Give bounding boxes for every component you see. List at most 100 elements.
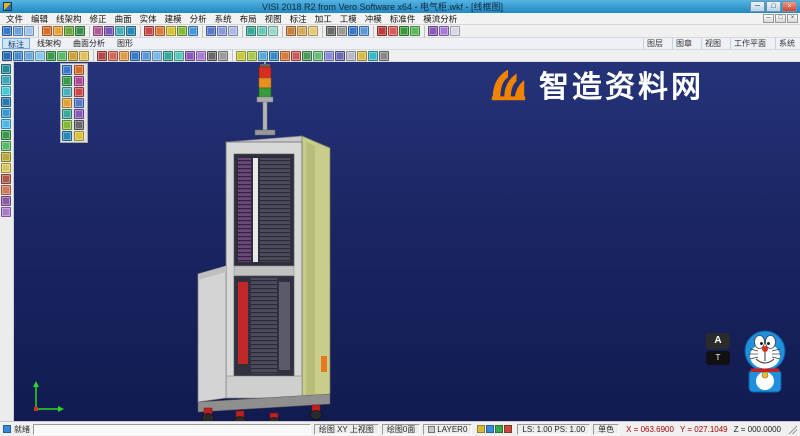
toolbar-icon[interactable] xyxy=(368,51,378,61)
toolbar-icon[interactable] xyxy=(74,109,84,119)
toolbar-icon[interactable] xyxy=(257,26,267,36)
toolbar-icon[interactable] xyxy=(357,51,367,61)
toolbar-icon[interactable] xyxy=(1,185,11,195)
toolbar-icon[interactable] xyxy=(115,26,125,36)
status-layer-selector[interactable]: LAYER0 xyxy=(423,424,472,435)
toolbar-icon[interactable] xyxy=(236,51,246,61)
menu-item[interactable]: 分析 xyxy=(186,13,211,25)
toolbar-icon[interactable] xyxy=(439,26,449,36)
widget-a-button[interactable]: A xyxy=(706,333,730,349)
toolbar-icon[interactable] xyxy=(104,26,114,36)
ribbon-group-label[interactable]: 视图 xyxy=(701,38,724,49)
toolbar-icon[interactable] xyxy=(185,51,195,61)
toolbar-icon[interactable] xyxy=(1,86,11,96)
toolbar-icon[interactable] xyxy=(74,120,84,130)
toolbar-icon[interactable] xyxy=(74,87,84,97)
toolbar-icon[interactable] xyxy=(64,26,74,36)
toolbar-icon[interactable] xyxy=(258,51,268,61)
toolbar-icon[interactable] xyxy=(2,26,12,36)
maximize-button[interactable]: □ xyxy=(766,1,781,12)
menu-item[interactable]: 模流分析 xyxy=(419,13,461,25)
menu-item[interactable]: 文件 xyxy=(2,13,27,25)
menu-item[interactable]: 建模 xyxy=(161,13,186,25)
toolbar-icon[interactable] xyxy=(280,51,290,61)
toolbar-icon[interactable] xyxy=(174,51,184,61)
toolbar-icon[interactable] xyxy=(286,26,296,36)
toolbar-icon[interactable] xyxy=(119,51,129,61)
status-scale-label[interactable]: LS: 1.00 PS: 1.00 xyxy=(517,424,590,435)
toolbar-icon[interactable] xyxy=(144,26,154,36)
toolbar-icon[interactable] xyxy=(450,26,460,36)
toolbar-icon[interactable] xyxy=(1,152,11,162)
toolbar-icon[interactable] xyxy=(504,425,512,433)
toolbar-icon[interactable] xyxy=(337,26,347,36)
status-plane-label[interactable]: 绘图0面 xyxy=(382,424,420,435)
toolbar-icon[interactable] xyxy=(93,26,103,36)
toolbar-icon[interactable] xyxy=(335,51,345,61)
titlebar[interactable]: VISI 2018 R2 from Vero Software x64 - 电气… xyxy=(0,0,800,13)
toolbar-icon[interactable] xyxy=(2,51,12,61)
toolbar-icon[interactable] xyxy=(62,98,72,108)
toolbar-icon[interactable] xyxy=(74,76,84,86)
child-restore-button[interactable]: □ xyxy=(775,14,786,23)
ribbon-tab[interactable]: 标注 xyxy=(2,38,30,49)
menu-item[interactable]: 布局 xyxy=(236,13,261,25)
toolbar-icon[interactable] xyxy=(207,51,217,61)
menu-item[interactable]: 修正 xyxy=(86,13,111,25)
status-view-label[interactable]: 绘图 XY 上视图 xyxy=(314,424,379,435)
toolbar-icon[interactable] xyxy=(495,425,503,433)
menu-item[interactable]: 视图 xyxy=(261,13,286,25)
toolbar-icon[interactable] xyxy=(326,26,336,36)
menu-item[interactable]: 加工 xyxy=(311,13,336,25)
toolbar-icon[interactable] xyxy=(1,97,11,107)
toolbar-icon[interactable] xyxy=(1,163,11,173)
minimize-button[interactable]: ─ xyxy=(750,1,765,12)
toolbar-icon[interactable] xyxy=(130,51,140,61)
toolbar-icon[interactable] xyxy=(297,26,307,36)
command-input[interactable] xyxy=(33,424,311,435)
toolbar-icon[interactable] xyxy=(24,51,34,61)
toolbar-icon[interactable] xyxy=(410,26,420,36)
close-button[interactable]: × xyxy=(782,1,797,12)
toolbar-icon[interactable] xyxy=(35,51,45,61)
resize-grip[interactable] xyxy=(788,425,797,434)
toolbar-icon[interactable] xyxy=(228,26,238,36)
toolbar-icon[interactable] xyxy=(268,26,278,36)
toolbar-icon[interactable] xyxy=(379,51,389,61)
toolbar-icon[interactable] xyxy=(308,26,318,36)
menu-item[interactable]: 标注 xyxy=(286,13,311,25)
status-mode-icon[interactable] xyxy=(3,425,11,433)
toolbar-icon[interactable] xyxy=(62,131,72,141)
menu-item[interactable]: 系统 xyxy=(211,13,236,25)
toolbar-icon[interactable] xyxy=(217,26,227,36)
toolbar-icon[interactable] xyxy=(177,26,187,36)
toolbar-icon[interactable] xyxy=(155,26,165,36)
toolbar-icon[interactable] xyxy=(141,51,151,61)
toolbar-icon[interactable] xyxy=(62,87,72,97)
toolbar-icon[interactable] xyxy=(42,26,52,36)
toolbar-icon[interactable] xyxy=(97,51,107,61)
menu-item[interactable]: 工模 xyxy=(336,13,361,25)
toolbar-icon[interactable] xyxy=(13,26,23,36)
toolbar-icon[interactable] xyxy=(62,120,72,130)
child-close-button[interactable]: × xyxy=(787,14,798,23)
toolbar-icon[interactable] xyxy=(291,51,301,61)
ribbon-group-label[interactable]: 图层 xyxy=(643,38,666,49)
toolbar-icon[interactable] xyxy=(1,119,11,129)
toolbar-icon[interactable] xyxy=(126,26,136,36)
toolbar-icon[interactable] xyxy=(53,26,63,36)
toolbar-icon[interactable] xyxy=(1,174,11,184)
ribbon-tab[interactable]: 曲面分析 xyxy=(68,38,110,49)
toolbar-icon[interactable] xyxy=(1,64,11,74)
menu-item[interactable]: 编辑 xyxy=(27,13,52,25)
toolbar-icon[interactable] xyxy=(196,51,206,61)
toolbar-icon[interactable] xyxy=(62,65,72,75)
toolbar-icon[interactable] xyxy=(359,26,369,36)
viewport-3d[interactable]: 智造资料网 xyxy=(14,62,800,421)
toolbar-icon[interactable] xyxy=(108,51,118,61)
toolbar-icon[interactable] xyxy=(324,51,334,61)
toolbar-icon[interactable] xyxy=(13,51,23,61)
menu-item[interactable]: 实体 xyxy=(136,13,161,25)
ribbon-tab[interactable]: 图形 xyxy=(112,38,138,49)
toolbar-icon[interactable] xyxy=(68,51,78,61)
